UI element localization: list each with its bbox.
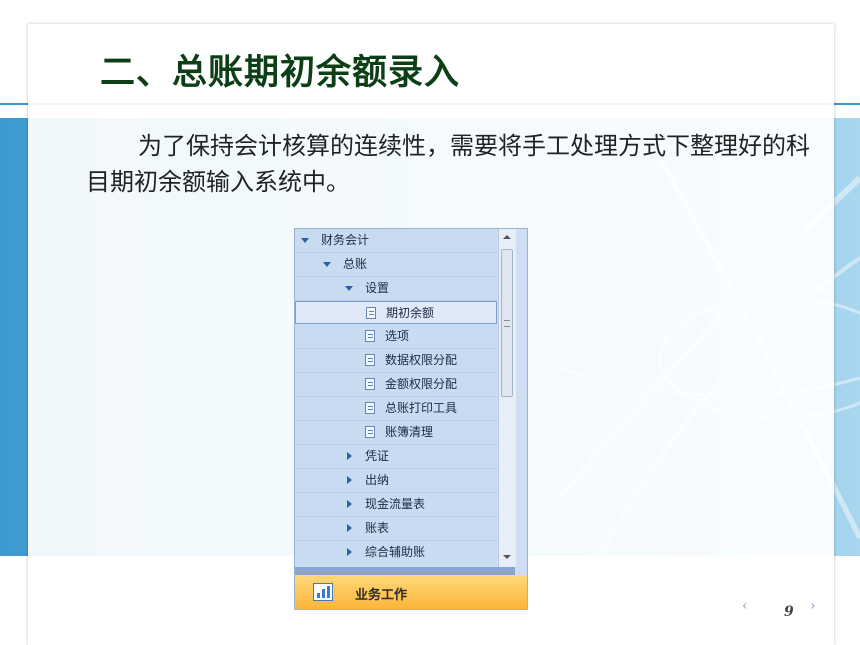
tree-item-label: 现金流量表 xyxy=(365,497,426,511)
business-work-label: 业务工作 xyxy=(355,588,408,603)
grip-icon xyxy=(504,320,510,327)
tree-item-label: 总账 xyxy=(343,257,368,271)
tree-item-label: 财务会计 xyxy=(321,233,370,247)
tree-item-cash-flow[interactable]: 现金流量表 xyxy=(295,493,497,517)
navigation-panel: 财务会计 总账 设置 期初余额 选项 数据权限分配 金额权限分配 总账打印工具 xyxy=(294,228,528,610)
tree-item-amount-permission[interactable]: 金额权限分配 xyxy=(295,373,497,397)
tree-item-data-permission[interactable]: 数据权限分配 xyxy=(295,349,497,373)
document-icon xyxy=(365,354,375,366)
previous-slide-button[interactable]: ‹ xyxy=(742,598,748,614)
tree-item-ledger-cleanup[interactable]: 账簿清理 xyxy=(295,421,497,445)
expanded-arrow-icon xyxy=(345,286,353,291)
collapsed-arrow-icon xyxy=(347,500,352,508)
tree-item-general-ledger[interactable]: 总账 xyxy=(295,253,497,277)
tree-item-label: 金额权限分配 xyxy=(385,377,458,391)
tree-item-cashier[interactable]: 出纳 xyxy=(295,469,497,493)
collapsed-arrow-icon xyxy=(347,524,352,532)
next-slide-button[interactable]: › xyxy=(810,598,816,614)
tree-item-label: 选项 xyxy=(385,329,410,343)
tree-item-label: 综合辅助账 xyxy=(365,545,426,559)
expanded-arrow-icon xyxy=(323,262,331,267)
tree-item-label: 凭证 xyxy=(365,449,390,463)
business-work-button[interactable]: 业务工作 xyxy=(295,575,527,609)
tree-item-voucher[interactable]: 凭证 xyxy=(295,445,497,469)
tree-item-label: 期初余额 xyxy=(386,306,435,320)
tree-item-settings[interactable]: 设置 xyxy=(295,277,497,301)
scroll-thumb[interactable] xyxy=(501,249,513,397)
tree-item-label: 设置 xyxy=(365,281,390,295)
scroll-down-arrow-icon[interactable] xyxy=(503,555,511,559)
expanded-arrow-icon xyxy=(301,238,309,243)
slide-title: 二、总账期初余额录入 xyxy=(100,52,461,93)
slide-body-text: 为了保持会计核算的连续性，需要将手工处理方式下整理好的科目期初余额输入系统中。 xyxy=(86,132,810,196)
tree-item-print-tool[interactable]: 总账打印工具 xyxy=(295,397,497,421)
document-icon xyxy=(365,426,375,438)
tree-item-opening-balance[interactable]: 期初余额 xyxy=(295,301,497,324)
tree-item-label: 账表 xyxy=(365,521,390,535)
tree-item-label: 出纳 xyxy=(365,473,390,487)
collapsed-arrow-icon xyxy=(347,452,352,460)
bar-chart-icon xyxy=(313,583,333,601)
document-icon xyxy=(365,378,375,390)
document-icon xyxy=(365,330,375,342)
tree-item-financial-accounting[interactable]: 财务会计 xyxy=(295,229,497,253)
collapsed-arrow-icon xyxy=(347,548,352,556)
page-number: 9 xyxy=(784,604,794,620)
slide-pager: ‹ 9 › xyxy=(742,598,822,622)
tree-item-auxiliary-ledger[interactable]: 综合辅助账 xyxy=(295,541,497,567)
navigation-tree: 财务会计 总账 设置 期初余额 选项 数据权限分配 金额权限分配 总账打印工具 xyxy=(295,229,497,567)
tree-item-label: 总账打印工具 xyxy=(385,401,458,415)
collapsed-arrow-icon xyxy=(347,476,352,484)
panel-splitter[interactable] xyxy=(295,567,515,575)
scroll-up-arrow-icon[interactable] xyxy=(503,235,511,239)
tree-item-label: 数据权限分配 xyxy=(385,353,458,367)
tree-item-options[interactable]: 选项 xyxy=(295,325,497,349)
document-icon xyxy=(365,402,375,414)
tree-item-reports[interactable]: 账表 xyxy=(295,517,497,541)
tree-item-label: 账簿清理 xyxy=(385,425,434,439)
document-icon xyxy=(366,307,376,319)
tree-scrollbar[interactable] xyxy=(498,229,516,567)
